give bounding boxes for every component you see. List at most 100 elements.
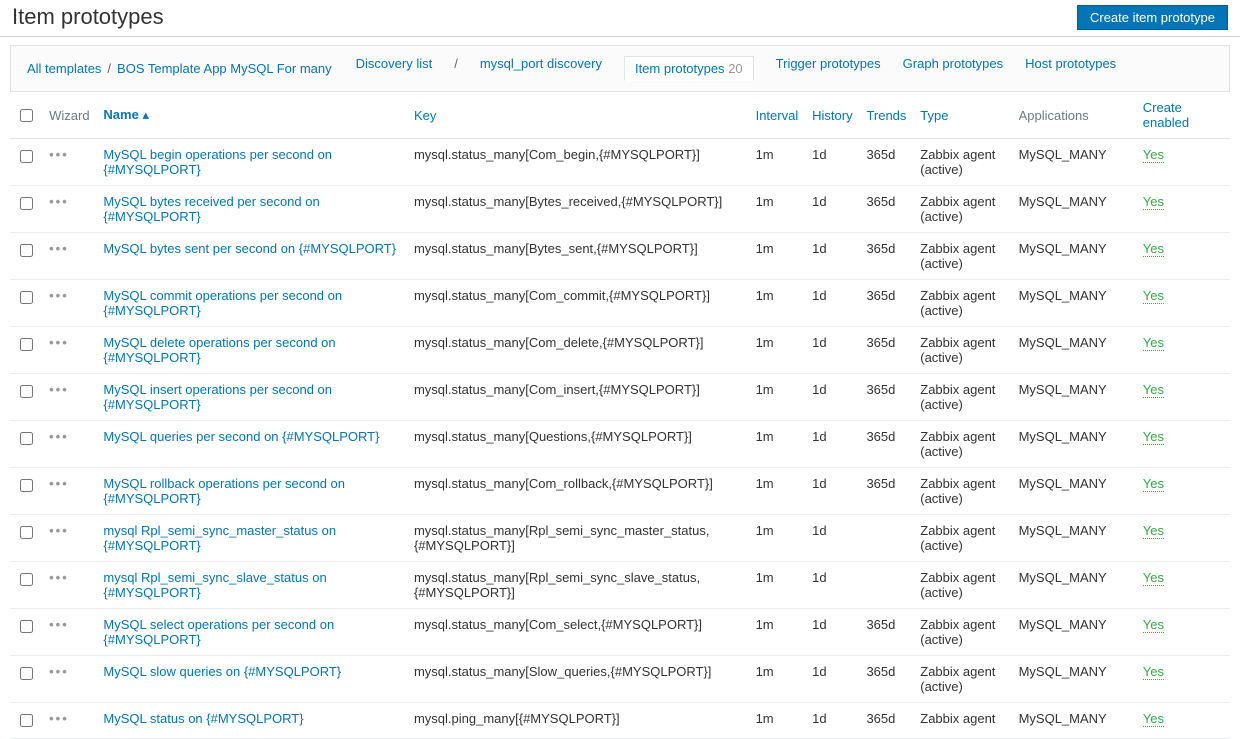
row-wizard-icon[interactable]: ••• <box>49 429 69 444</box>
row-wizard-icon[interactable]: ••• <box>49 194 69 209</box>
breadcrumb: All templates / BOS Template App MySQL F… <box>27 61 332 76</box>
tab-item-prototypes[interactable]: Item prototypes 20 <box>624 56 754 81</box>
row-checkbox[interactable] <box>20 338 33 351</box>
row-wizard-icon[interactable]: ••• <box>49 476 69 491</box>
row-type: Zabbix agent (active) <box>914 515 1012 562</box>
row-interval: 1m <box>750 421 807 468</box>
row-wizard-icon[interactable]: ••• <box>49 570 69 585</box>
row-name-link[interactable]: MySQL select operations per second on {#… <box>103 617 334 647</box>
row-key: mysql.status_many[Com_rollback,{#MYSQLPO… <box>408 468 750 515</box>
row-enabled-link[interactable]: Yes <box>1143 147 1164 163</box>
row-wizard-icon[interactable]: ••• <box>49 523 69 538</box>
row-type: Zabbix agent (active) <box>914 327 1012 374</box>
row-name-link[interactable]: MySQL rollback operations per second on … <box>103 476 345 506</box>
col-key[interactable]: Key <box>414 108 436 123</box>
col-trends[interactable]: Trends <box>866 108 906 123</box>
row-applications: MySQL_MANY <box>1013 186 1137 233</box>
row-wizard-icon[interactable]: ••• <box>49 382 69 397</box>
row-type: Zabbix agent (active) <box>914 609 1012 656</box>
tab-item-prototypes-count: 20 <box>728 61 742 76</box>
row-interval: 1m <box>750 186 807 233</box>
col-interval[interactable]: Interval <box>756 108 799 123</box>
row-history: 1d <box>806 656 860 703</box>
row-wizard-icon[interactable]: ••• <box>49 241 69 256</box>
breadcrumb-template[interactable]: BOS Template App MySQL For many <box>117 61 332 76</box>
table-row: ••• MySQL queries per second on {#MYSQLP… <box>10 421 1230 468</box>
tab-discovery[interactable]: mysql_port discovery <box>480 56 602 81</box>
page-title: Item prototypes <box>12 4 164 30</box>
row-enabled-link[interactable]: Yes <box>1143 711 1164 727</box>
row-checkbox[interactable] <box>20 573 33 586</box>
row-enabled-link[interactable]: Yes <box>1143 617 1164 633</box>
row-name-link[interactable]: MySQL status on {#MYSQLPORT} <box>103 711 303 726</box>
row-checkbox[interactable] <box>20 526 33 539</box>
col-create-enabled[interactable]: Create enabled <box>1143 100 1189 130</box>
row-history: 1d <box>806 233 860 280</box>
row-name-link[interactable]: MySQL commit operations per second on {#… <box>103 288 342 318</box>
row-key: mysql.status_many[Com_delete,{#MYSQLPORT… <box>408 327 750 374</box>
row-history: 1d <box>806 327 860 374</box>
row-name-link[interactable]: mysql Rpl_semi_sync_master_status on {#M… <box>103 523 336 553</box>
row-applications: MySQL_MANY <box>1013 468 1137 515</box>
row-wizard-icon[interactable]: ••• <box>49 147 69 162</box>
tab-trigger-prototypes[interactable]: Trigger prototypes <box>776 56 881 81</box>
row-checkbox[interactable] <box>20 197 33 210</box>
row-checkbox[interactable] <box>20 291 33 304</box>
row-enabled-link[interactable]: Yes <box>1143 241 1164 257</box>
row-enabled-link[interactable]: Yes <box>1143 523 1164 539</box>
table-row: ••• mysql Rpl_semi_sync_master_status on… <box>10 515 1230 562</box>
row-enabled-link[interactable]: Yes <box>1143 335 1164 351</box>
create-item-prototype-button[interactable]: Create item prototype <box>1077 5 1228 30</box>
row-type: Zabbix agent (active) <box>914 656 1012 703</box>
row-key: mysql.status_many[Com_commit,{#MYSQLPORT… <box>408 280 750 327</box>
row-history: 1d <box>806 421 860 468</box>
row-checkbox[interactable] <box>20 432 33 445</box>
row-name-link[interactable]: MySQL insert operations per second on {#… <box>103 382 332 412</box>
row-trends <box>860 515 914 562</box>
tab-host-prototypes[interactable]: Host prototypes <box>1025 56 1116 81</box>
breadcrumb-all-templates[interactable]: All templates <box>27 61 101 76</box>
row-checkbox[interactable] <box>20 620 33 633</box>
row-wizard-icon[interactable]: ••• <box>49 711 69 726</box>
row-enabled-link[interactable]: Yes <box>1143 476 1164 492</box>
row-applications: MySQL_MANY <box>1013 562 1137 609</box>
row-trends <box>860 562 914 609</box>
row-enabled-link[interactable]: Yes <box>1143 194 1164 210</box>
row-enabled-link[interactable]: Yes <box>1143 664 1164 680</box>
row-interval: 1m <box>750 562 807 609</box>
row-name-link[interactable]: MySQL slow queries on {#MYSQLPORT} <box>103 664 341 679</box>
table-row: ••• MySQL delete operations per second o… <box>10 327 1230 374</box>
row-enabled-link[interactable]: Yes <box>1143 429 1164 445</box>
col-applications: Applications <box>1013 92 1137 139</box>
row-name-link[interactable]: MySQL queries per second on {#MYSQLPORT} <box>103 429 379 444</box>
row-applications: MySQL_MANY <box>1013 656 1137 703</box>
tab-item-prototypes-label: Item prototypes <box>635 61 725 76</box>
row-name-link[interactable]: MySQL begin operations per second on {#M… <box>103 147 332 177</box>
tab-graph-prototypes[interactable]: Graph prototypes <box>903 56 1003 81</box>
row-checkbox[interactable] <box>20 667 33 680</box>
row-wizard-icon[interactable]: ••• <box>49 617 69 632</box>
row-checkbox[interactable] <box>20 479 33 492</box>
col-type[interactable]: Type <box>920 108 948 123</box>
row-checkbox[interactable] <box>20 385 33 398</box>
row-checkbox[interactable] <box>20 244 33 257</box>
row-wizard-icon[interactable]: ••• <box>49 288 69 303</box>
row-enabled-link[interactable]: Yes <box>1143 382 1164 398</box>
row-wizard-icon[interactable]: ••• <box>49 664 69 679</box>
row-wizard-icon[interactable]: ••• <box>49 335 69 350</box>
col-history[interactable]: History <box>812 108 852 123</box>
row-checkbox[interactable] <box>20 714 33 727</box>
row-name-link[interactable]: mysql Rpl_semi_sync_slave_status on {#MY… <box>103 570 326 600</box>
row-name-link[interactable]: MySQL delete operations per second on {#… <box>103 335 335 365</box>
table-row: ••• MySQL slow queries on {#MYSQLPORT} m… <box>10 656 1230 703</box>
row-name-link[interactable]: MySQL bytes received per second on {#MYS… <box>103 194 319 224</box>
row-enabled-link[interactable]: Yes <box>1143 288 1164 304</box>
row-enabled-link[interactable]: Yes <box>1143 570 1164 586</box>
row-trends: 365d <box>860 327 914 374</box>
row-type: Zabbix agent (active) <box>914 280 1012 327</box>
tab-discovery-list[interactable]: Discovery list <box>356 56 433 81</box>
row-name-link[interactable]: MySQL bytes sent per second on {#MYSQLPO… <box>103 241 396 256</box>
select-all-checkbox[interactable] <box>20 109 33 122</box>
row-checkbox[interactable] <box>20 150 33 163</box>
col-name[interactable]: Name ▴ <box>103 107 149 122</box>
